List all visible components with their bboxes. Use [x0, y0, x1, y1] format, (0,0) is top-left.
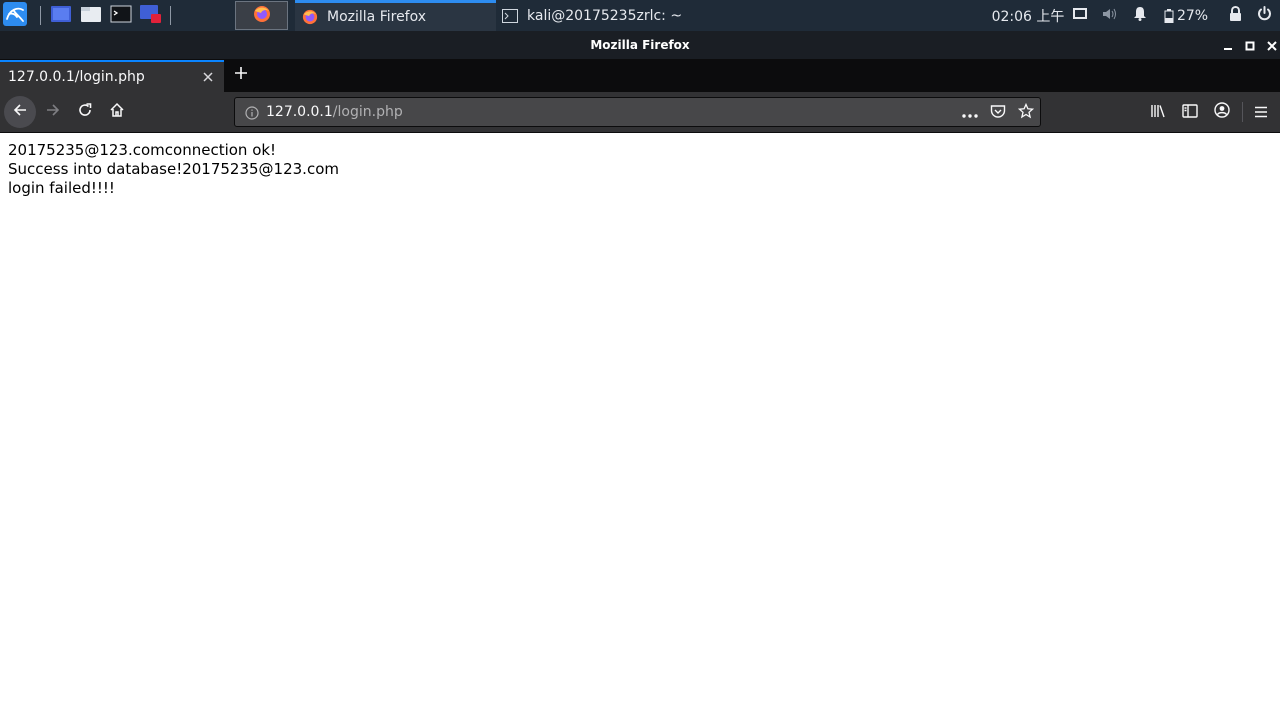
maximize-icon	[1245, 36, 1255, 55]
close-tab-icon[interactable]	[200, 69, 216, 85]
forward-arrow-icon	[45, 102, 61, 122]
page-content: 20175235@123.comconnection ok! Success i…	[0, 133, 1280, 720]
reload-icon	[77, 102, 93, 122]
terminal-small-icon	[501, 7, 519, 25]
connection-status-text: 20175235@123.comconnection ok!	[8, 141, 277, 159]
file-manager-icon	[80, 4, 102, 28]
firefox-panel-launcher[interactable]	[235, 1, 288, 30]
terminal-icon	[110, 4, 132, 28]
window-titlebar[interactable]: Mozilla Firefox	[0, 31, 1280, 59]
desktop-icon	[50, 4, 72, 28]
site-info-icon[interactable]	[241, 102, 263, 124]
tab-strip: 127.0.0.1/login.php	[0, 59, 1280, 92]
kali-menu-icon	[2, 1, 28, 31]
screen-recorder-icon	[139, 3, 163, 29]
new-tab-button[interactable]	[230, 63, 252, 87]
account-button[interactable]	[1210, 100, 1234, 124]
firefox-launcher-icon	[253, 5, 271, 27]
bookmark-star-button[interactable]	[1015, 102, 1037, 124]
pocket-icon	[990, 104, 1006, 123]
library-button[interactable]	[1146, 100, 1170, 124]
panel-separator	[170, 6, 171, 25]
screen-recorder-launcher[interactable]	[138, 0, 164, 31]
minimize-button[interactable]	[1217, 31, 1239, 59]
tab-login-php[interactable]: 127.0.0.1/login.php	[0, 60, 224, 92]
file-manager-launcher[interactable]	[78, 0, 104, 31]
taskbar-firefox-label: Mozilla Firefox	[327, 9, 427, 25]
lock-screen-button[interactable]	[1225, 0, 1245, 31]
display-tray-button[interactable]	[1070, 0, 1090, 31]
home-icon	[109, 102, 125, 122]
url-text[interactable]: 127.0.0.1/login.php	[266, 98, 403, 126]
panel-separator	[40, 6, 41, 25]
login-result-text: login failed!!!!	[8, 179, 115, 197]
account-icon	[1214, 102, 1230, 122]
sidebar-toggle-button[interactable]	[1178, 100, 1202, 124]
page-actions-button[interactable]	[959, 102, 981, 124]
battery-percent: 27%	[1176, 7, 1209, 24]
volume-tray-button[interactable]	[1100, 0, 1120, 31]
url-path: /login.php	[332, 104, 403, 120]
maximize-button[interactable]	[1239, 31, 1261, 59]
notification-tray-button[interactable]	[1130, 0, 1150, 31]
kali-menu-button[interactable]	[0, 0, 30, 31]
terminal-launcher[interactable]	[108, 0, 134, 31]
minimize-icon	[1223, 36, 1233, 55]
home-button[interactable]	[101, 96, 133, 128]
back-button[interactable]	[4, 96, 36, 128]
reload-button[interactable]	[69, 96, 101, 128]
power-icon	[1257, 6, 1272, 25]
notification-bell-icon	[1133, 6, 1147, 25]
battery-tray-button[interactable]: 27%	[1160, 0, 1212, 31]
lock-icon	[1229, 5, 1242, 25]
battery-icon	[1164, 8, 1174, 23]
clock[interactable]: 02:06 上午	[990, 0, 1066, 31]
taskbar-terminal[interactable]: kali@20175235zrlc: ~	[495, 0, 705, 31]
forward-button[interactable]	[37, 96, 69, 128]
url-bar[interactable]: 127.0.0.1/login.php	[234, 97, 1041, 127]
taskbar-terminal-label: kali@20175235zrlc: ~	[527, 7, 683, 24]
plus-icon	[233, 65, 249, 85]
sidebar-icon	[1182, 103, 1198, 122]
toolbar-separator	[1242, 102, 1243, 122]
navigation-toolbar: 127.0.0.1/login.php	[0, 92, 1280, 132]
hamburger-menu-icon	[1254, 103, 1268, 122]
database-status-text: Success into database!20175235@123.com	[8, 160, 339, 178]
show-desktop-launcher[interactable]	[48, 0, 74, 31]
window-title: Mozilla Firefox	[590, 38, 690, 52]
more-dots-icon	[961, 104, 979, 123]
display-icon	[1073, 7, 1087, 24]
back-arrow-icon	[12, 102, 28, 122]
taskbar-firefox[interactable]: Mozilla Firefox	[295, 0, 496, 31]
url-host: 127.0.0.1	[266, 104, 333, 120]
star-icon	[1017, 102, 1035, 123]
top-panel: Mozilla Firefox kali@20175235zrlc: ~ 02:…	[0, 0, 1280, 31]
open-menu-button[interactable]	[1249, 100, 1273, 124]
library-icon	[1150, 103, 1166, 122]
clock-label: 02:06 上午	[991, 8, 1065, 25]
volume-icon	[1102, 7, 1118, 25]
firefox-icon	[301, 8, 319, 26]
tab-title: 127.0.0.1/login.php	[8, 69, 145, 85]
power-button[interactable]	[1253, 0, 1275, 31]
pocket-button[interactable]	[987, 102, 1009, 124]
close-window-button[interactable]	[1261, 31, 1280, 59]
close-icon	[1267, 36, 1277, 55]
